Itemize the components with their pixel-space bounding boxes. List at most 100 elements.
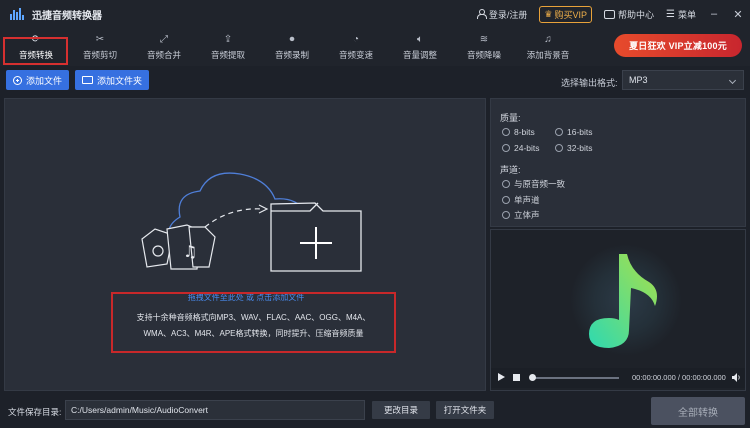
tool-label: 音频变速	[338, 49, 373, 60]
seek-track[interactable]	[531, 377, 619, 379]
app-title: 迅捷音频转换器	[32, 10, 102, 22]
extract-icon: ⇪	[223, 33, 233, 45]
save-dir-label: 文件保存目录:	[8, 407, 62, 417]
stop-icon[interactable]	[513, 374, 520, 381]
user-icon	[476, 9, 487, 19]
channel-title: 声道:	[500, 165, 521, 175]
radio-icon	[502, 211, 510, 219]
option-label: 立体声	[514, 210, 540, 220]
channel-option[interactable]: 立体声	[502, 209, 540, 221]
tool-audio-cut[interactable]: ✂ 音频剪切	[68, 29, 132, 65]
seek-handle[interactable]	[529, 374, 536, 381]
close-button[interactable]: ✕	[732, 8, 744, 21]
crown-icon: ♛	[544, 8, 553, 19]
quality-title: 质量:	[500, 113, 521, 123]
format-label: 选择输出格式:	[561, 78, 618, 88]
time-display: 00:00:00.000 / 00:00:00.000	[632, 373, 726, 382]
noise-icon: ≋	[479, 33, 489, 45]
tool-audio-merge[interactable]: ⤢ 音频合并	[132, 29, 196, 65]
vip-label: 购买VIP	[554, 9, 587, 20]
action-row: 添加文件 添加文件夹 选择输出格式: MP3	[0, 66, 750, 96]
help-label: 帮助中心	[618, 9, 655, 20]
plus-icon	[13, 75, 22, 85]
format-value: MP3	[629, 75, 648, 85]
volume-icon: 🔈︎	[417, 33, 423, 45]
tool-label: 音频录制	[274, 49, 309, 60]
option-label: 24-bits	[514, 143, 540, 153]
open-folder-button[interactable]: 打开文件夹	[436, 401, 494, 419]
add-file-label: 添加文件	[26, 75, 63, 86]
channel-option[interactable]: 与原音频一致	[502, 178, 565, 190]
tool-label: 音频合并	[146, 49, 181, 60]
option-label: 单声道	[514, 195, 540, 205]
tool-noise-reduce[interactable]: ≋ 音频降噪	[452, 29, 516, 65]
option-label: 32-bits	[567, 143, 593, 153]
format-select[interactable]: MP3	[622, 70, 744, 90]
settings-panel: 质量: 8-bits 16-bits 24-bits 32-bits 声道: 与…	[490, 98, 746, 227]
desc-line-2: WMA、AC3、M4R、APE格式转换，同时提升、压缩音频质量	[143, 329, 364, 338]
desc-line-1: 支持十余种音频格式向MP3、WAV、FLAC、AAC、OGG、M4A、	[136, 313, 371, 322]
tool-audio-convert[interactable]: ⟳ 音频转换	[4, 29, 68, 65]
tool-audio-extract[interactable]: ⇪ 音频提取	[196, 29, 260, 65]
add-file-button[interactable]: 添加文件	[6, 70, 70, 90]
menu-button[interactable]: ☰ 菜单	[666, 8, 696, 21]
chevron-down-icon	[728, 76, 737, 85]
tool-audio-speed[interactable]: ◔ 音频变速	[324, 29, 388, 65]
tool-volume-adjust[interactable]: 🔈︎ 音量调整	[388, 29, 452, 65]
title-bar: 迅捷音频转换器 登录/注册 ♛ 购买VIP 帮助中心 ☰ 菜单 – ✕	[0, 0, 750, 28]
supported-formats-description: 支持十余种音频格式向MP3、WAV、FLAC、AAC、OGG、M4A、 WMA、…	[113, 310, 394, 342]
radio-icon	[555, 144, 563, 152]
tool-label: 音量调整	[402, 49, 437, 60]
radio-icon	[502, 180, 510, 188]
tool-label: 添加背景音	[526, 49, 570, 60]
file-drop-zone[interactable]: ♫ 拖拽文件至此处 或 点击添加文件 支持十余种音频格式向MP3、WAV、FLA…	[4, 98, 486, 391]
tool-add-bgm[interactable]: ♫ 添加背景音	[516, 29, 580, 65]
option-label: 与原音频一致	[514, 179, 566, 189]
login-label: 登录/注册	[488, 9, 528, 20]
channel-option[interactable]: 单声道	[502, 194, 540, 206]
help-center-button[interactable]: 帮助中心	[604, 8, 654, 21]
change-dir-button[interactable]: 更改目录	[372, 401, 430, 419]
merge-icon: ⤢	[160, 33, 168, 45]
convert-all-button[interactable]: 全部转换	[651, 397, 745, 425]
svg-text:♫: ♫	[183, 242, 197, 261]
music-note-icon	[589, 254, 657, 348]
tool-audio-record[interactable]: ⏺ 音频录制	[260, 29, 324, 65]
app-logo-icon	[10, 8, 24, 20]
save-path-input[interactable]: C:/Users/admin/Music/AudioConvert	[65, 400, 365, 420]
option-label: 16-bits	[567, 127, 593, 137]
promo-banner[interactable]: 夏日狂欢 VIP立减100元	[614, 34, 742, 57]
music-add-icon: ♫	[544, 33, 552, 45]
microphone-icon: ⏺	[289, 33, 295, 45]
option-label: 8-bits	[514, 127, 535, 137]
bottom-bar: 文件保存目录: C:/Users/admin/Music/AudioConver…	[0, 394, 750, 428]
quality-option[interactable]: 24-bits	[502, 143, 540, 153]
menu-icon: ☰	[666, 8, 675, 20]
login-button[interactable]: 登录/注册	[476, 8, 528, 21]
quality-option[interactable]: 8-bits	[502, 127, 535, 137]
radio-icon	[502, 144, 510, 152]
radio-icon	[502, 196, 510, 204]
minimize-button[interactable]: –	[708, 8, 720, 20]
speaker-icon[interactable]	[732, 373, 741, 382]
refresh-icon: ⟳	[31, 33, 41, 45]
add-folder-label: 添加文件夹	[97, 75, 143, 86]
tool-label: 音频提取	[210, 49, 245, 60]
player-controls: 00:00:00.000 / 00:00:00.000	[491, 368, 745, 388]
speed-icon: ◔	[352, 33, 360, 45]
buy-vip-button[interactable]: ♛ 购买VIP	[539, 5, 592, 23]
tool-label: 音频降噪	[466, 49, 501, 60]
audio-player: 00:00:00.000 / 00:00:00.000	[490, 229, 746, 391]
radio-icon	[502, 128, 510, 136]
chat-icon	[604, 9, 615, 19]
play-icon[interactable]	[498, 373, 505, 381]
tool-label: 音频剪切	[82, 49, 117, 60]
scissors-icon: ✂	[95, 33, 105, 45]
tool-label: 音频转换	[18, 49, 53, 60]
radio-icon	[555, 128, 563, 136]
drop-illustration-icon: ♫	[141, 172, 362, 272]
quality-option[interactable]: 32-bits	[555, 143, 593, 153]
quality-option[interactable]: 16-bits	[555, 127, 593, 137]
folder-icon	[82, 76, 93, 84]
add-folder-button[interactable]: 添加文件夹	[75, 70, 150, 90]
